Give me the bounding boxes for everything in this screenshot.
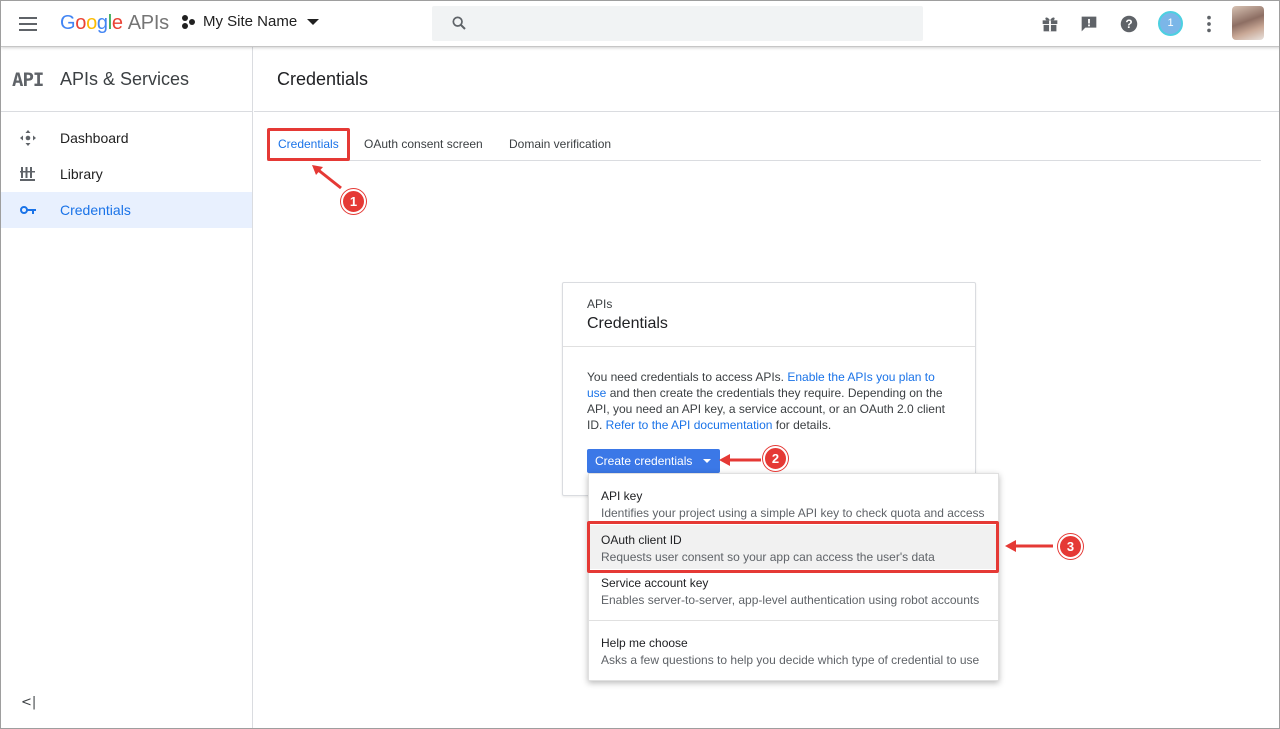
card-overline: APIs [587, 297, 613, 311]
sidebar-item-label: Library [60, 166, 103, 182]
menu-item-description: Asks a few questions to help you decide … [601, 653, 980, 667]
menu-item-title: OAuth client ID [601, 533, 682, 547]
browser-frame: Google APIs My Site Name ? 1 API APIs & S… [0, 0, 1280, 729]
page-title: Credentials [277, 69, 369, 89]
sidebar-header: API APIs & Services [1, 47, 252, 112]
caret-down-icon [703, 459, 711, 463]
arrow-icon [1005, 540, 1053, 552]
menu-item-title: API key [601, 489, 643, 503]
tab-oauth-consent-screen[interactable]: OAuth consent screen [364, 137, 483, 151]
google-apis-logo[interactable]: Google APIs [60, 12, 169, 35]
step-badge-3: 3 [1058, 534, 1083, 559]
description-text: You need credentials to access APIs. [587, 370, 788, 384]
search-icon [452, 16, 466, 30]
sidebar-item-dashboard[interactable]: Dashboard [1, 120, 252, 156]
create-credentials-menu: API key Identifies your project using a … [588, 473, 999, 681]
api-logo-icon: API [12, 69, 44, 91]
sidebar: API APIs & Services Dashboard Library Cr… [1, 47, 253, 728]
tab-bar: Credentials OAuth consent screen Domain … [267, 129, 1261, 161]
menu-item-api-key[interactable]: API key Identifies your project using a … [589, 489, 998, 520]
gift-icon[interactable] [1039, 13, 1061, 35]
project-icon [181, 14, 197, 30]
main-content: Credentials Credentials OAuth consent sc… [254, 47, 1279, 728]
more-vert-icon[interactable] [1198, 13, 1220, 35]
card-header: APIs Credentials [563, 283, 975, 347]
menu-item-description: Enables server-to-server, app-level auth… [601, 593, 980, 607]
api-documentation-link[interactable]: Refer to the API documentation [606, 418, 773, 432]
sidebar-title: APIs & Services [60, 69, 190, 89]
search-bar[interactable] [432, 6, 923, 41]
collapse-sidebar-icon[interactable]: <| [21, 695, 36, 710]
library-icon [20, 167, 35, 181]
arrow-icon [312, 165, 342, 190]
key-icon [20, 206, 36, 214]
menu-item-oauth-client-id[interactable]: OAuth client ID Requests user consent so… [589, 525, 998, 569]
sidebar-item-label: Dashboard [60, 130, 129, 146]
description-text: for details. [772, 418, 832, 432]
menu-item-title: Service account key [601, 576, 709, 590]
menu-item-description: Requests user consent so your app can ac… [601, 550, 935, 564]
menu-icon[interactable] [17, 14, 39, 34]
tab-domain-verification[interactable]: Domain verification [509, 137, 611, 151]
caret-down-icon [307, 18, 320, 25]
step-badge-1: 1 [341, 189, 366, 214]
step-badge-2: 2 [763, 446, 788, 471]
page-header: Credentials [254, 47, 1279, 112]
card-description: You need credentials to access APIs. Ena… [587, 369, 955, 433]
create-credentials-label: Create credentials [595, 454, 693, 468]
tab-credentials[interactable]: Credentials [278, 137, 339, 151]
notifications-icon[interactable]: 1 [1158, 11, 1183, 36]
top-app-bar: Google APIs My Site Name ? 1 [1, 1, 1279, 47]
svg-text:?: ? [1125, 17, 1132, 31]
feedback-icon[interactable] [1078, 13, 1100, 35]
dashboard-icon [20, 130, 36, 146]
sidebar-item-credentials[interactable]: Credentials [1, 192, 252, 228]
sidebar-item-label: Credentials [60, 202, 131, 218]
menu-item-service-account-key[interactable]: Service account key Enables server-to-se… [589, 576, 998, 610]
arrow-icon [719, 454, 761, 466]
menu-divider [589, 620, 998, 621]
project-name: My Site Name [203, 13, 298, 30]
sidebar-item-library[interactable]: Library [1, 156, 252, 192]
card-title: Credentials [587, 315, 668, 332]
avatar[interactable] [1232, 6, 1264, 40]
project-selector[interactable]: My Site Name [181, 13, 320, 30]
help-icon[interactable]: ? [1118, 13, 1140, 35]
create-credentials-button[interactable]: Create credentials [587, 449, 720, 473]
menu-item-title: Help me choose [601, 636, 688, 650]
menu-item-description: Identifies your project using a simple A… [601, 506, 985, 520]
menu-item-help-me-choose[interactable]: Help me choose Asks a few questions to h… [589, 636, 998, 670]
